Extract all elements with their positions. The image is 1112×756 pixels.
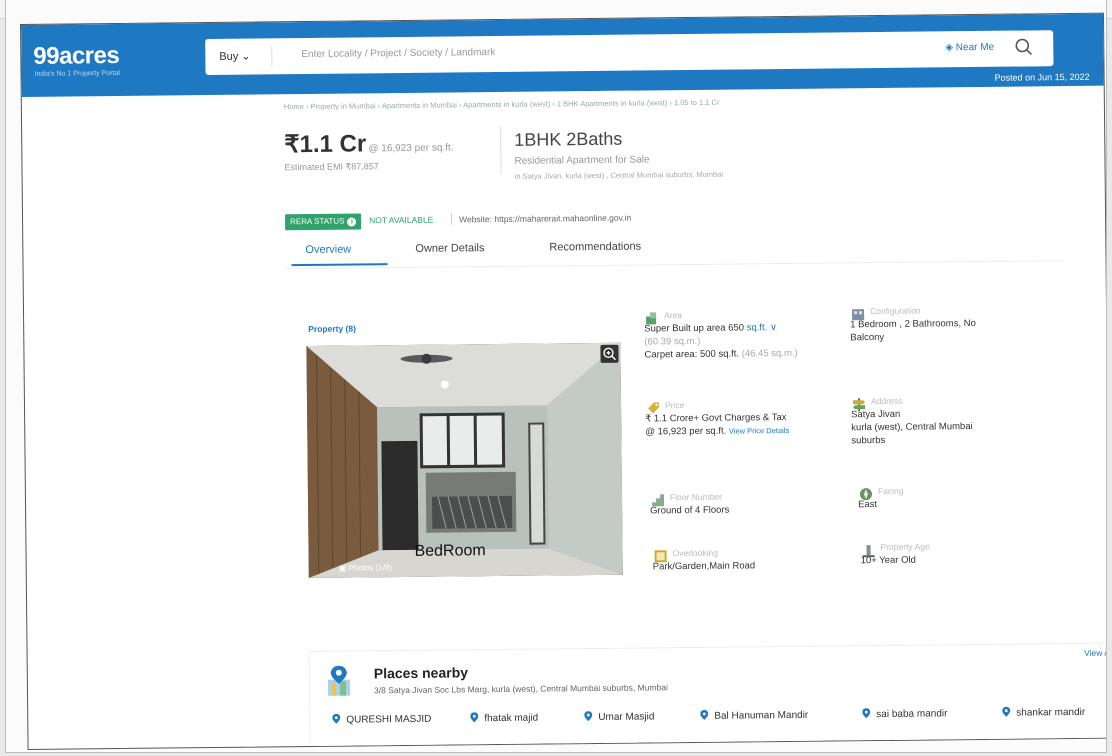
floor-number-label: Floor Number	[669, 491, 723, 503]
listing-title: 1BHK 2Baths	[514, 128, 623, 150]
places-nearby-address: 3/8 Satya Jivan Soc Lbs Marg, kurla (wes…	[373, 682, 668, 696]
tabs-divider	[285, 260, 1066, 270]
chevron-down-icon: ⌄	[241, 50, 251, 63]
scanned-paper: 99acres India's No.1 Property Portal Buy…	[6, 0, 1106, 752]
zoom-in-icon[interactable]	[600, 344, 619, 363]
overlooking-value: Park/Garden,Main Road	[652, 560, 756, 573]
location-pin-icon	[862, 708, 871, 719]
map-pin-icon	[327, 665, 351, 696]
area-unit-dropdown[interactable]: sq.ft. ∨	[747, 322, 777, 333]
listing-page: 99acres India's No.1 Property Portal Buy…	[20, 12, 1106, 750]
search-icon[interactable]	[1013, 36, 1035, 58]
area-value: Super Built up area 650 sq.ft. ∨ (60.39 …	[644, 322, 798, 361]
rera-status-value: NOT AVAILABLE	[369, 214, 434, 226]
places-nearby-title: Places nearby	[373, 664, 469, 682]
active-tab-indicator	[291, 263, 388, 267]
location-target-icon: ◈	[945, 42, 954, 54]
address-label: Address	[870, 395, 903, 407]
search-input[interactable]: Enter Locality / Project / Society / Lan…	[301, 47, 495, 60]
address-value: Satya Jivan kurla (west), Central Mumbai…	[851, 408, 973, 447]
price-per-sqft: @ 16,923 per sq.ft.	[368, 142, 454, 155]
configuration-value: 1 Bedroom , 2 Bathrooms, No Balcony	[850, 318, 976, 344]
overlooking-label: Overlooking	[672, 547, 718, 559]
photos-count-button[interactable]: ▣ Photos (1/8)	[339, 563, 392, 573]
gallery-icon: ▣	[338, 563, 347, 573]
listing-subtitle: Residential Apartment for Sale	[514, 154, 650, 167]
breadcrumb[interactable]: Home › Property in Mumbai › Apartments i…	[284, 98, 720, 112]
divider	[451, 213, 453, 225]
location-pin-icon	[470, 712, 479, 723]
property-age-value: 10+ Year Old	[860, 554, 916, 567]
photo-caption: BedRoom	[414, 542, 486, 560]
buy-dropdown[interactable]: Buy ⌄	[219, 50, 250, 63]
posted-date: Posted on Jun 15, 2022	[994, 71, 1090, 83]
price-value: ₹ 1.1 Crore+ Govt Charges & Tax @ 16,923…	[645, 411, 790, 438]
property-age-label: Property Age	[880, 541, 930, 553]
rera-website[interactable]: Website: https://maharerait.mahaonline.g…	[459, 213, 631, 225]
location-pin-icon	[700, 709, 709, 720]
property-photos-label: Property (8)	[308, 323, 356, 334]
place-chip[interactable]: shankar mandir	[1002, 706, 1085, 719]
site-logo[interactable]: 99acres	[33, 42, 119, 71]
location-pin-icon	[1002, 706, 1011, 717]
view-price-details-link[interactable]: View Price Details	[729, 426, 789, 436]
estimated-emi[interactable]: Estimated EMI ₹87,857	[284, 161, 378, 173]
place-chip[interactable]: sai baba mandir	[862, 707, 947, 720]
view-all-link[interactable]: View All (5	[1084, 647, 1106, 657]
configuration-label: Configuration	[870, 305, 921, 317]
floor-number-value: Ground of 4 Floors	[650, 504, 730, 517]
place-chip[interactable]: QURESHI MASJID	[332, 713, 431, 726]
logo-tagline: India's No.1 Property Portal	[34, 69, 120, 78]
place-chip[interactable]: Umar Masjid	[584, 710, 654, 723]
facing-label: Facing	[877, 485, 904, 497]
place-chip[interactable]: fhatak majid	[470, 712, 538, 725]
price-block: ₹1.1 Cr @ 16,923 per sq.ft.	[284, 128, 453, 159]
location-pin-icon	[332, 713, 341, 724]
near-me-button[interactable]: ◈ Near Me	[945, 42, 994, 54]
price-label: Price	[664, 400, 685, 411]
rera-status-badge[interactable]: RERA STATUS i	[285, 213, 362, 231]
facing-value: East	[858, 499, 878, 511]
tab-recommendations[interactable]: Recommendations	[549, 241, 641, 254]
place-chip[interactable]: Bal Hanuman Mandir	[700, 709, 808, 722]
search-bar: Buy ⌄ Enter Locality / Project / Society…	[205, 30, 1054, 76]
area-label: Area	[664, 310, 683, 321]
location-pin-icon	[584, 711, 593, 722]
tab-owner-details[interactable]: Owner Details	[415, 242, 484, 255]
price: ₹1.1 Cr	[284, 130, 367, 159]
info-icon[interactable]: i	[347, 217, 357, 227]
divider	[271, 46, 273, 67]
top-header: 99acres India's No.1 Property Portal Buy…	[21, 13, 1104, 97]
tab-overview[interactable]: Overview	[305, 244, 351, 256]
listing-location: in Satya Jivan, kurla (west) , Central M…	[514, 169, 724, 181]
places-nearby-card: Places nearby 3/8 Satya Jivan Soc Lbs Ma…	[309, 643, 1106, 750]
divider	[500, 125, 502, 174]
